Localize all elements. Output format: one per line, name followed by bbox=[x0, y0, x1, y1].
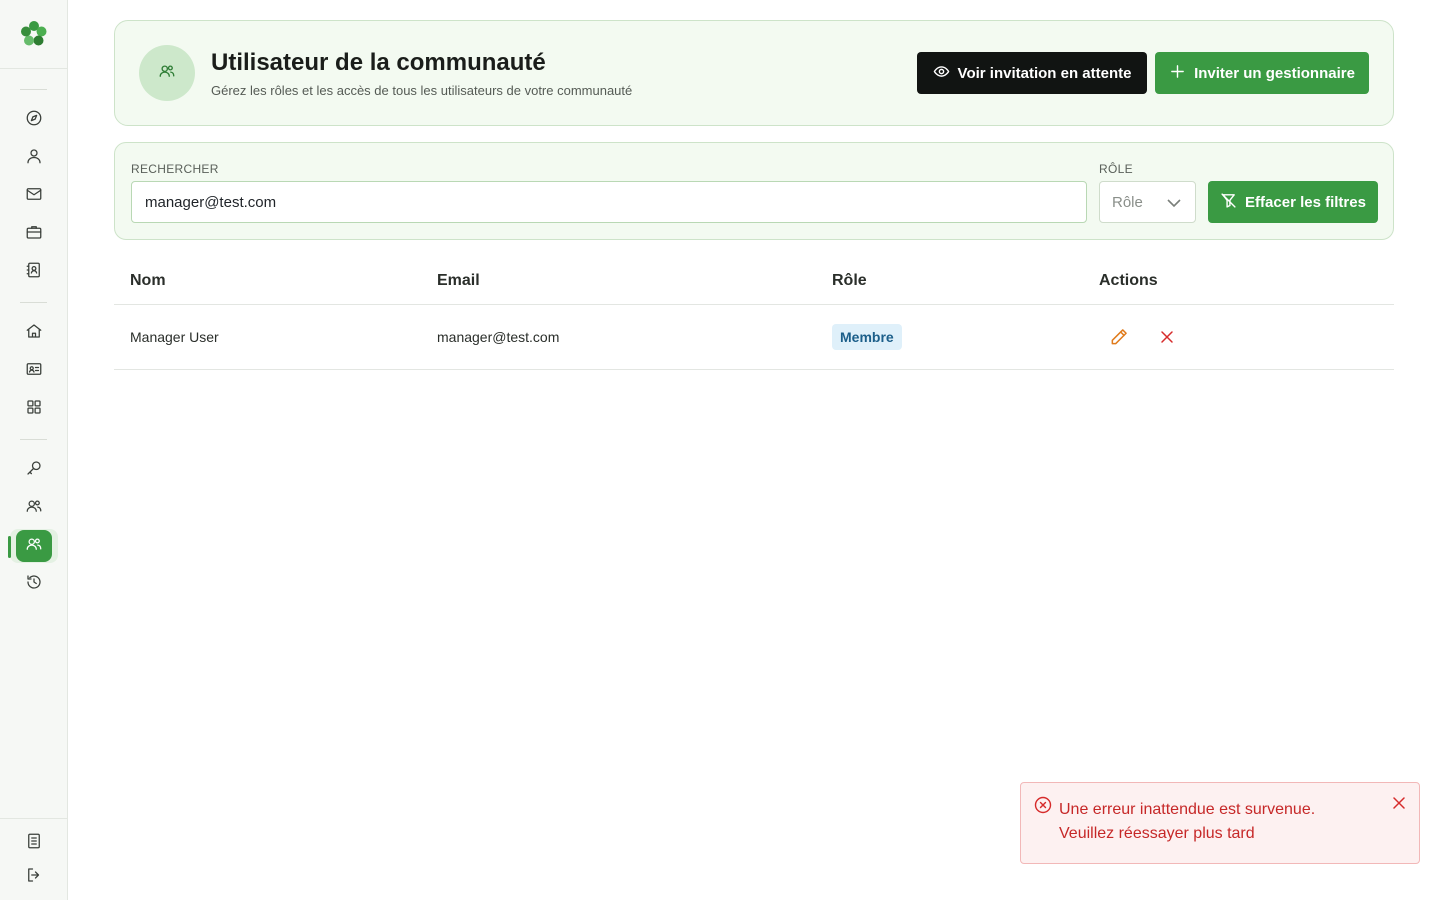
community-users-icon bbox=[158, 62, 176, 85]
users-table: Nom Email Rôle Actions Manager User mana… bbox=[114, 258, 1394, 370]
contact-book-icon bbox=[25, 261, 43, 284]
community-users-icon bbox=[25, 535, 43, 558]
clear-filters-label: Effacer les filtres bbox=[1245, 193, 1366, 211]
close-icon bbox=[1157, 331, 1177, 351]
sidebar-item-documents[interactable] bbox=[16, 827, 52, 859]
sidebar-item-members-card[interactable] bbox=[16, 355, 52, 387]
table-row[interactable]: Manager User manager@test.com Membre bbox=[114, 305, 1394, 370]
history-icon bbox=[25, 573, 43, 596]
users-icon bbox=[25, 497, 43, 520]
sidebar-item-users[interactable] bbox=[16, 492, 52, 524]
logout-icon bbox=[25, 866, 43, 889]
delete-button[interactable] bbox=[1157, 327, 1177, 347]
page-header-card: Utilisateur de la communauté Gérez les r… bbox=[114, 20, 1394, 126]
sidebar-item-profile[interactable] bbox=[16, 142, 52, 174]
role-select[interactable]: Rôle bbox=[1099, 181, 1196, 223]
home-icon bbox=[25, 322, 43, 345]
id-card-icon bbox=[25, 360, 43, 383]
user-icon bbox=[25, 147, 43, 170]
sidebar-item-contacts[interactable] bbox=[16, 256, 52, 288]
document-icon bbox=[25, 832, 43, 855]
column-header-actions: Actions bbox=[1099, 272, 1158, 289]
sidebar-item-history[interactable] bbox=[16, 568, 52, 600]
sidebar bbox=[0, 0, 68, 900]
pencil-icon bbox=[1109, 329, 1129, 351]
sidebar-item-apps[interactable] bbox=[16, 393, 52, 425]
role-filter-label: RÔLE bbox=[1099, 162, 1133, 176]
view-pending-invitation-label: Voir invitation en attente bbox=[957, 64, 1132, 82]
compass-icon bbox=[25, 109, 43, 132]
filter-off-icon bbox=[1220, 192, 1237, 213]
sidebar-item-explore[interactable] bbox=[16, 104, 52, 136]
error-toast: Une erreur inattendue est survenue. Veui… bbox=[1020, 782, 1420, 864]
search-input[interactable] bbox=[131, 181, 1087, 223]
table-header: Nom Email Rôle Actions bbox=[114, 258, 1394, 305]
mail-icon bbox=[25, 185, 43, 208]
column-header-role[interactable]: Rôle bbox=[832, 272, 867, 290]
grid-icon bbox=[25, 398, 43, 421]
page-subtitle: Gérez les rôles et les accès de tous les… bbox=[211, 83, 633, 98]
column-header-email[interactable]: Email bbox=[437, 272, 480, 290]
sidebar-item-community-users[interactable] bbox=[16, 530, 52, 562]
invite-manager-button[interactable]: Inviter un gestionnaire bbox=[1155, 52, 1369, 94]
header-avatar bbox=[139, 45, 195, 101]
sidebar-item-logout[interactable] bbox=[16, 861, 52, 893]
cell-name: Manager User bbox=[130, 329, 219, 345]
sidebar-item-access[interactable] bbox=[16, 454, 52, 486]
cell-email: manager@test.com bbox=[437, 329, 560, 345]
sidebar-item-jobs[interactable] bbox=[16, 218, 52, 250]
sidebar-item-home[interactable] bbox=[16, 317, 52, 349]
edit-button[interactable] bbox=[1109, 327, 1129, 347]
column-header-name[interactable]: Nom bbox=[130, 272, 166, 290]
page-title: Utilisateur de la communauté bbox=[211, 49, 546, 76]
key-icon bbox=[25, 459, 43, 482]
filter-card: RECHERCHER RÔLE Rôle Effacer les filtres bbox=[114, 142, 1394, 240]
search-label: RECHERCHER bbox=[131, 162, 219, 176]
error-toast-message: Une erreur inattendue est survenue. Veui… bbox=[1059, 801, 1316, 842]
plus-icon bbox=[1169, 63, 1186, 84]
clear-filters-button[interactable]: Effacer les filtres bbox=[1208, 181, 1378, 223]
app-logo[interactable] bbox=[18, 18, 50, 50]
eye-icon bbox=[933, 63, 950, 84]
invite-manager-label: Inviter un gestionnaire bbox=[1194, 64, 1355, 82]
view-pending-invitation-button[interactable]: Voir invitation en attente bbox=[917, 52, 1147, 94]
role-badge: Membre bbox=[832, 324, 902, 350]
error-circle-icon bbox=[1033, 795, 1053, 815]
role-select-value: Rôle bbox=[1112, 193, 1143, 211]
briefcase-icon bbox=[25, 223, 43, 246]
toast-close-button[interactable] bbox=[1389, 793, 1409, 813]
sidebar-item-messages[interactable] bbox=[16, 180, 52, 212]
close-icon bbox=[1389, 797, 1409, 817]
